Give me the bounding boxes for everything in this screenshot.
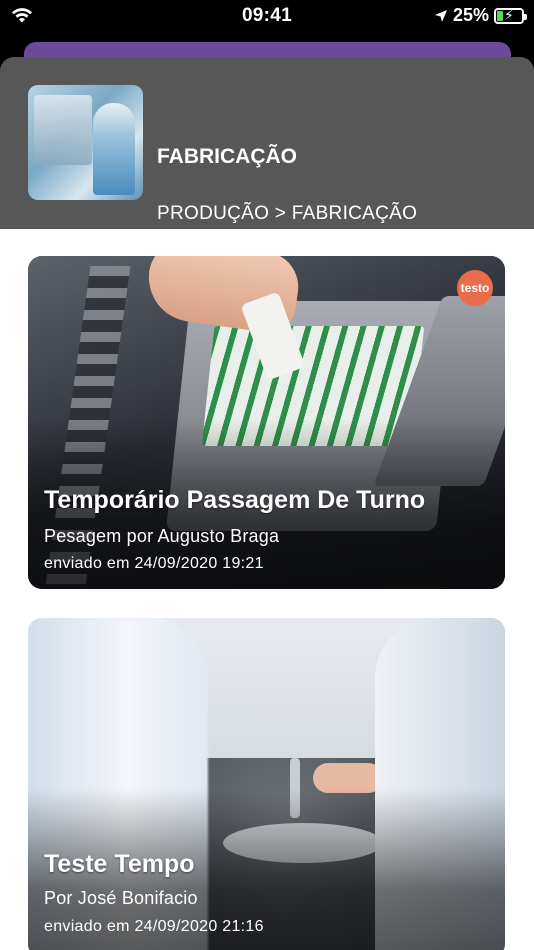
battery-percent: 25% [452, 5, 489, 25]
category-header: FABRICAÇÃO PRODUÇÃO > FABRICAÇÃO [0, 57, 534, 229]
brand-logo: testo [457, 270, 493, 306]
thumbnail-person [93, 103, 135, 195]
charging-bolt-icon: ⚡ [504, 6, 514, 23]
card-title: Teste Tempo [44, 850, 195, 878]
card-subtitle: Pesagem por Augusto Braga [44, 526, 280, 546]
card-subtitle: Por José Bonifacio [44, 888, 198, 908]
battery-fill [497, 10, 503, 21]
card-title: Temporário Passagem De Turno [44, 486, 426, 514]
battery-charging-icon: ⚡ [494, 6, 527, 24]
status-bar: 09:41 25% ⚡ [0, 0, 534, 32]
page-title: FABRICAÇÃO [157, 145, 297, 168]
status-right: 25% ⚡ [434, 5, 527, 26]
category-thumbnail [28, 85, 143, 200]
thumbnail-machine [34, 95, 92, 165]
card-date: enviado em 24/09/2020 21:16 [44, 918, 264, 935]
report-card[interactable]: Teste Tempo Por José Bonifacio enviado e… [28, 618, 505, 950]
breadcrumb: PRODUÇÃO > FABRICAÇÃO [157, 203, 418, 224]
location-arrow-icon [434, 9, 447, 22]
report-card[interactable]: testo Temporário Passagem De Turno Pesag… [28, 256, 505, 589]
card-date: enviado em 24/09/2020 19:21 [44, 555, 264, 572]
